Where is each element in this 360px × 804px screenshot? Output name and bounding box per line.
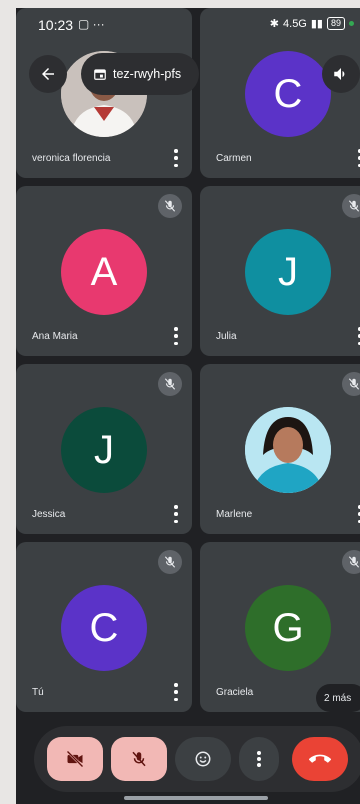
status-bar: 10:23 ▢ ··· ✱ 4.5G ▮▮ 89 [16,8,360,42]
call-controls [16,716,360,804]
avatar-initial: G [272,605,304,650]
calendar-icon [94,69,106,80]
status-extra: ▢ ··· [78,17,105,31]
audio-output-button[interactable] [322,55,360,93]
status-icons: ✱ 4.5G ▮▮ 89 [270,17,354,30]
back-arrow-icon [42,68,54,80]
participant-tile[interactable]: Marlene [200,364,360,534]
mic-off-icon [132,751,146,767]
privacy-dot [349,21,354,26]
participant-tile[interactable]: J Julia [200,186,360,356]
mic-off-icon [158,194,182,218]
network-label: 4.5G [283,17,307,30]
more-participants-chip[interactable]: 2 más [316,684,360,712]
avatar-initial: C [89,605,119,650]
mic-off-icon [158,372,182,396]
reactions-button[interactable] [175,737,231,781]
participant-tile[interactable]: J Jessica [16,364,192,534]
more-vert-icon [257,751,261,767]
participant-name: veronica florencia [32,153,111,164]
participant-name: Carmen [216,153,252,164]
more-options-button[interactable] [239,737,279,781]
avatar-initial: J [94,427,114,472]
battery-icon: 89 [326,17,345,30]
participant-avatar: C [61,585,147,671]
participant-avatar: A [61,229,147,315]
participant-name: Graciela [216,687,254,698]
more-vert-icon[interactable] [172,149,180,167]
meeting-code-chip[interactable]: tez-rwyh-pfs [81,53,199,95]
mic-off-icon [342,194,360,218]
end-call-button[interactable] [292,737,348,781]
more-vert-icon[interactable] [172,327,180,345]
participant-avatar: C [245,51,331,137]
participant-avatar: J [61,407,147,493]
mic-toggle-button[interactable] [111,737,167,781]
back-button[interactable] [29,55,67,93]
signal-icon: ▮▮ [310,18,323,30]
participant-name: Marlene [216,509,253,520]
avatar-initial: A [90,249,118,294]
participant-name: Ana Maria [32,331,78,342]
call-end-icon [309,754,331,763]
meeting-code: tez-rwyh-pfs [113,67,182,81]
status-time: 10:23 [38,17,74,33]
more-vert-icon[interactable] [356,149,360,167]
camera-off-icon [66,750,84,768]
bluetooth-icon: ✱ [269,18,280,30]
participant-tile-self[interactable]: C Tú [16,542,192,712]
participant-name: Tú [32,687,44,698]
more-vert-icon[interactable] [172,683,180,701]
avatar-initial: J [278,249,298,294]
person-photo-icon [245,407,331,493]
mic-off-icon [342,372,360,396]
camera-toggle-button[interactable] [47,737,103,781]
speaker-icon [334,68,345,80]
emoji-icon [195,751,211,767]
more-vert-icon[interactable] [172,505,180,523]
participant-name: Jessica [32,509,66,520]
participant-avatar: G [245,585,331,671]
mic-off-icon [342,550,360,574]
participant-avatar: J [245,229,331,315]
participant-photo [245,407,331,493]
participant-name: Julia [216,331,237,342]
participant-tile[interactable]: A Ana Maria [16,186,192,356]
more-vert-icon[interactable] [356,505,360,523]
mic-off-icon [158,550,182,574]
home-indicator[interactable] [124,796,268,800]
avatar-initial: C [273,71,303,116]
more-vert-icon[interactable] [356,327,360,345]
meet-screen: 10:23 ▢ ··· ✱ 4.5G ▮▮ 89 veronica floren… [16,8,360,804]
more-participants-label: 2 más [324,692,352,704]
